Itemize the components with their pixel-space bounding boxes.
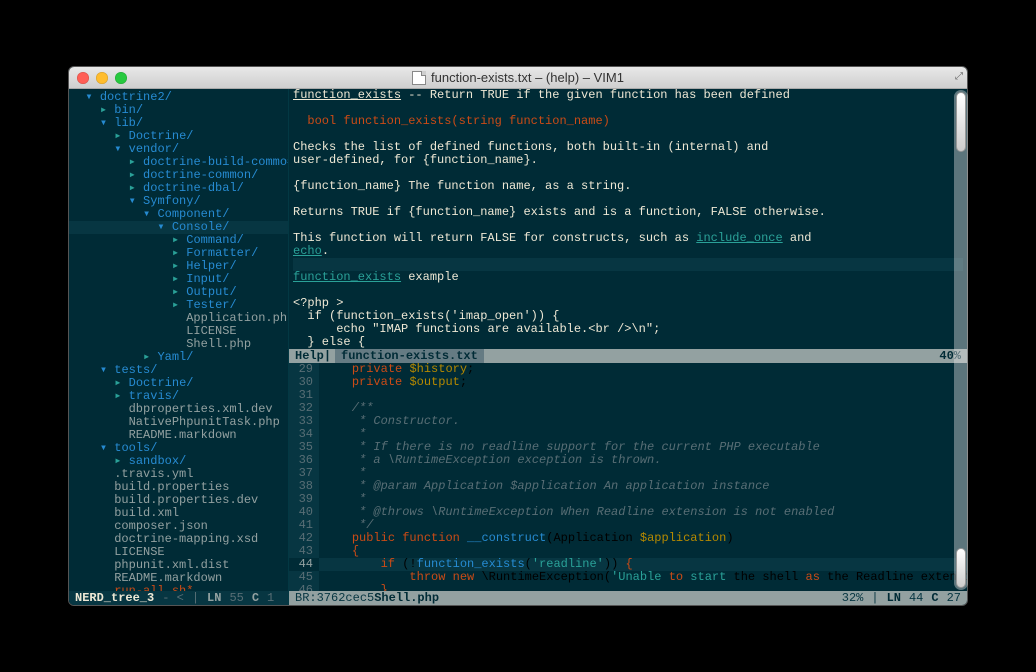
code-line[interactable]: 38 * @param Application $application An … <box>289 480 967 493</box>
titlebar: function-exists.txt – (help) – VIM1 ⤢ <box>69 67 967 89</box>
scroll-thumb[interactable] <box>956 92 966 152</box>
help-line: This function will return FALSE for cons… <box>293 232 963 245</box>
help-line: {function_name} The function name, as a … <box>293 180 963 193</box>
help-line: } else { <box>293 336 963 349</box>
code-line[interactable]: 33 * Constructor. <box>289 415 967 428</box>
help-line: echo "IMAP functions are available.<br /… <box>293 323 963 336</box>
code-line[interactable]: 44 if (!function_exists('readline')) { <box>289 558 967 571</box>
help-line: Returns TRUE if {function_name} exists a… <box>293 206 963 219</box>
code-status: BR: 3762cec5 Shell.php 32% | LN 44 C 27 <box>289 591 967 605</box>
close-icon[interactable] <box>77 72 89 84</box>
scrollbar[interactable] <box>954 90 968 590</box>
line-number: 46 <box>289 584 319 591</box>
code-line[interactable]: 46 } <box>289 584 967 591</box>
code-line[interactable]: 45 throw new \RuntimeException('Unable t… <box>289 571 967 584</box>
window-title: function-exists.txt – (help) – VIM1 <box>431 71 624 84</box>
help-line <box>293 284 963 297</box>
resize-icon[interactable]: ⤢ <box>955 71 963 84</box>
help-line: bool function_exists(string function_nam… <box>293 115 963 128</box>
code-line[interactable]: 36 * a \RuntimeException exception is th… <box>289 454 967 467</box>
code-line[interactable]: 41 */ <box>289 519 967 532</box>
minimize-icon[interactable] <box>96 72 108 84</box>
scroll-thumb[interactable] <box>956 548 966 588</box>
help-line: function_exists -- Return TRUE if the gi… <box>293 89 963 102</box>
editor-content: ▾ doctrine2/ ▸ bin/ ▾ lib/ ▸ Doctrine/ ▾… <box>69 89 967 605</box>
code-line[interactable]: 32 /** <box>289 402 967 415</box>
code-line[interactable]: 35 * If there is no readline support for… <box>289 441 967 454</box>
help-pane[interactable]: function_exists -- Return TRUE if the gi… <box>289 89 967 363</box>
code-line[interactable]: 29 private $history; <box>289 363 967 376</box>
document-icon <box>412 71 426 85</box>
code-line[interactable]: 31 <box>289 389 967 402</box>
code-line[interactable]: 34 * <box>289 428 967 441</box>
maximize-icon[interactable] <box>115 72 127 84</box>
tree-status: NERD_tree_3 - < | LN 55 C 1 <box>69 591 288 605</box>
help-status: Help | function-exists.txt 40% <box>289 349 967 363</box>
code-line[interactable]: 37 * <box>289 467 967 480</box>
right-panes: function_exists -- Return TRUE if the gi… <box>289 89 967 605</box>
help-line: function_exists example <box>293 271 963 284</box>
app-window: function-exists.txt – (help) – VIM1 ⤢ ▾ … <box>68 66 968 606</box>
code-line[interactable]: 43 { <box>289 545 967 558</box>
code-line[interactable]: 42 public function __construct(Applicati… <box>289 532 967 545</box>
code-line[interactable]: 30 private $output; <box>289 376 967 389</box>
file-tree[interactable]: ▾ doctrine2/ ▸ bin/ ▾ lib/ ▸ Doctrine/ ▾… <box>69 89 289 605</box>
help-line: user-defined, for {function_name}. <box>293 154 963 167</box>
code-line[interactable]: 40 * @throws \RuntimeException When Read… <box>289 506 967 519</box>
code-pane[interactable]: 29 private $history;30 private $output;3… <box>289 363 967 605</box>
code-line[interactable]: 39 * <box>289 493 967 506</box>
help-line: echo. <box>293 245 963 258</box>
